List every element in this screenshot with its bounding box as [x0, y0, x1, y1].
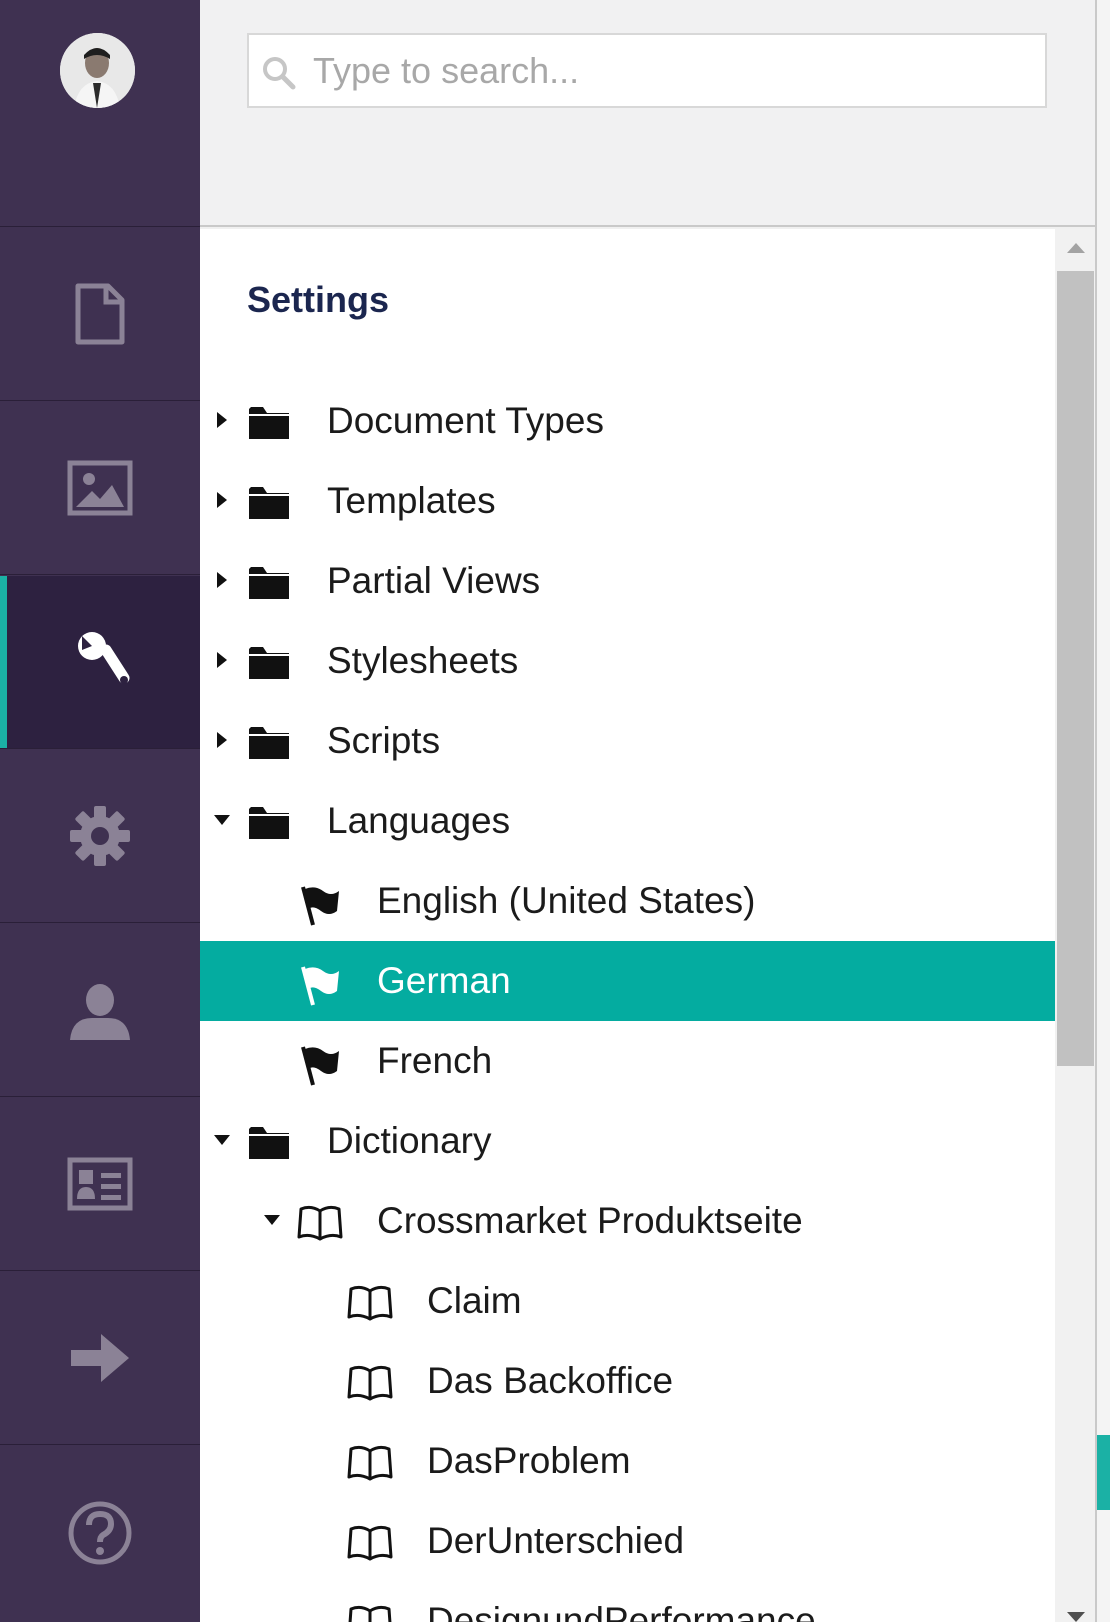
tree-node-label: Das Backoffice	[427, 1360, 674, 1401]
tree-node-scripts[interactable]: Scripts	[200, 701, 1055, 781]
caret-right-icon[interactable]	[213, 651, 231, 669]
tree-scrollbar[interactable]	[1055, 229, 1095, 1622]
flag-icon	[301, 1046, 339, 1086]
tree-node-label: Claim	[427, 1280, 522, 1321]
tree-node-label: DasProblem	[427, 1440, 631, 1481]
search-box	[247, 33, 1047, 108]
caret-down-icon[interactable]	[213, 811, 231, 829]
tree-node-crossmarket-produktseite[interactable]: Crossmarket Produktseite	[200, 1181, 1055, 1261]
folder-icon	[249, 807, 289, 839]
nav-members[interactable]	[0, 1098, 200, 1271]
caret-right-icon[interactable]	[213, 491, 231, 509]
tree-node-label: Templates	[327, 480, 496, 521]
tree-node-label: Document Types	[327, 400, 604, 441]
avatar-area	[0, 0, 200, 227]
tree-node-stylesheets[interactable]: Stylesheets	[200, 621, 1055, 701]
gear-icon	[70, 806, 130, 866]
scroll-thumb[interactable]	[1057, 271, 1094, 1066]
user-icon	[70, 984, 130, 1040]
tree-node-partial-views[interactable]: Partial Views	[200, 541, 1055, 621]
tree-node-french[interactable]: French	[200, 1021, 1055, 1101]
book-icon	[297, 1205, 343, 1241]
tree-node-label: Partial Views	[327, 560, 541, 601]
tree-node-label: English (United States)	[377, 880, 756, 921]
search-icon	[263, 57, 296, 90]
tree-node-templates[interactable]: Templates	[200, 461, 1055, 541]
search-input[interactable]	[313, 35, 1033, 106]
scroll-up-arrow-icon[interactable]	[1067, 243, 1085, 253]
nav-help[interactable]	[0, 1446, 200, 1619]
accent-strip	[1097, 1435, 1110, 1510]
tree-node-label: DesignundPerformance	[427, 1600, 816, 1622]
id-card-icon	[67, 1157, 133, 1211]
help-icon	[68, 1501, 132, 1564]
image-icon	[67, 460, 133, 516]
tree-node-label: Languages	[327, 800, 511, 841]
tree-node-label: Scripts	[327, 720, 441, 761]
tree-node-german[interactable]: German	[200, 941, 1055, 1021]
document-icon	[75, 283, 125, 345]
caret-right-icon[interactable]	[213, 411, 231, 429]
flag-icon	[301, 886, 339, 926]
settings-tree: Settings Document Types Templates Partial …	[200, 229, 1055, 1622]
caret-right-icon[interactable]	[213, 571, 231, 589]
adjacent-panel	[1097, 0, 1110, 1622]
tree-node-label: Dictionary	[327, 1120, 492, 1161]
page-title: Settings	[247, 279, 390, 320]
book-icon	[348, 1605, 392, 1622]
nav-content[interactable]	[0, 228, 200, 401]
caret-right-icon[interactable]	[213, 731, 231, 749]
book-icon	[347, 1365, 393, 1401]
tree-node-dasproblem[interactable]: DasProblem	[200, 1421, 1055, 1501]
tree-node-das-backoffice[interactable]: Das Backoffice	[200, 1341, 1055, 1421]
folder-icon	[249, 1127, 289, 1159]
folder-icon	[249, 727, 289, 759]
book-icon	[347, 1445, 393, 1481]
nav-settings[interactable]	[0, 576, 200, 749]
folder-icon	[249, 407, 289, 439]
tree-node-english-united-states[interactable]: English (United States)	[200, 861, 1055, 941]
nav-developer[interactable]	[0, 750, 200, 923]
app-sidebar	[0, 0, 200, 1622]
folder-icon	[249, 647, 289, 679]
avatar-icon	[60, 33, 135, 108]
nav-users[interactable]	[0, 924, 200, 1097]
tree-node-label: French	[377, 1040, 493, 1081]
book-icon	[347, 1285, 393, 1321]
search-header	[200, 0, 1095, 227]
caret-down-icon[interactable]	[213, 1131, 231, 1149]
user-avatar[interactable]	[60, 33, 135, 108]
book-icon	[347, 1525, 393, 1561]
tree-node-document-types[interactable]: Document Types	[200, 381, 1055, 461]
tree-node-label: Stylesheets	[327, 640, 519, 681]
tree-node-derunterschied[interactable]: DerUnterschied	[200, 1501, 1055, 1581]
arrow-right-icon	[71, 1334, 129, 1382]
tree-node-label: DerUnterschied	[427, 1520, 685, 1561]
tree-node-label: Crossmarket Produktseite	[377, 1200, 803, 1241]
folder-icon	[249, 487, 289, 519]
tree-node-languages[interactable]: Languages	[200, 781, 1055, 861]
nav-forms[interactable]	[0, 1272, 200, 1445]
wrench-icon	[78, 632, 130, 684]
flag-icon	[301, 966, 339, 1006]
folder-icon	[249, 567, 289, 599]
scroll-down-arrow-icon[interactable]	[1067, 1612, 1085, 1622]
tree-node-dictionary[interactable]: Dictionary	[200, 1101, 1055, 1181]
tree-node-claim[interactable]: Claim	[200, 1261, 1055, 1341]
nav-media[interactable]	[0, 402, 200, 575]
tree-node-designundperformance[interactable]: DesignundPerformance	[200, 1581, 1055, 1622]
caret-down-icon[interactable]	[263, 1211, 281, 1229]
tree-node-label: German	[377, 960, 511, 1001]
